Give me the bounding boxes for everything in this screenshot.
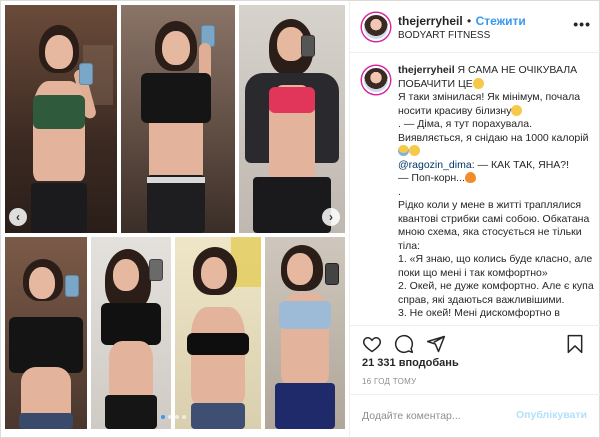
caption-line: 2. Окей, не дуже комфортно. Але є купа с… (398, 280, 594, 306)
photo-bandeau (175, 237, 261, 429)
caption-username[interactable]: thejerryheil (398, 64, 455, 76)
caption-line: 1. «Я знаю, що колись буде класно, але п… (398, 253, 593, 279)
photo-blue-top (265, 237, 345, 429)
photo-dark-top (91, 237, 171, 429)
carousel-dot (175, 415, 179, 419)
post-header: thejerryheil • Стежити BODYART FITNESS •… (350, 1, 600, 53)
instagram-post: ‹ › thejerryheil • Стежити BODYART FITNE… (0, 0, 600, 438)
scream-emoji-icon (398, 145, 409, 156)
caption-line: 3. Не окей! Мені дискомфортно в (398, 307, 560, 319)
avatar[interactable] (362, 66, 390, 94)
photo-black-shirt (5, 237, 87, 429)
bookmark-icon[interactable] (565, 334, 585, 354)
carousel-dot (182, 415, 186, 419)
post-timestamp[interactable]: 16 ГОД ТОМУ (362, 377, 417, 386)
caption-line: Я таки змінилася! Як мінімум, почала нос… (398, 91, 581, 117)
comment-input[interactable] (362, 408, 512, 424)
follow-button[interactable]: Стежити (476, 14, 526, 28)
location-link[interactable]: BODYART FITNESS (398, 30, 490, 41)
chevron-left-icon[interactable]: ‹ (9, 208, 27, 226)
grin-emoji-icon (472, 77, 484, 89)
fire-emoji-icon (464, 172, 476, 183)
grin-emoji-icon (409, 145, 420, 156)
photo-green-top (5, 5, 117, 233)
avatar[interactable] (362, 13, 390, 41)
caption-line: — Поп-корн... (398, 172, 465, 184)
chevron-right-icon[interactable]: › (322, 208, 340, 226)
username-link[interactable]: thejerryheil (398, 14, 463, 28)
carousel-indicator (161, 415, 186, 419)
post-comment-button[interactable]: Опублікувати (516, 409, 587, 421)
carousel-dot (161, 415, 165, 419)
post-actions (350, 325, 600, 361)
carousel-dot (168, 415, 172, 419)
comment-icon[interactable] (394, 334, 414, 354)
caption-line: . (398, 185, 401, 198)
heart-icon[interactable] (362, 334, 382, 354)
share-icon[interactable] (426, 334, 446, 354)
grin-emoji-icon (511, 104, 523, 116)
post-media-collage[interactable]: ‹ › (1, 1, 349, 437)
post-author: thejerryheil • Стежити (398, 14, 526, 28)
post-sidebar: thejerryheil • Стежити BODYART FITNESS •… (349, 1, 600, 437)
likes-count[interactable]: 21 331 вподобань (362, 357, 459, 369)
caption-line: : — КАК ТАК, ЯНА?! (471, 158, 570, 171)
more-horizontal-icon[interactable]: ••• (573, 16, 591, 32)
mention-link[interactable]: @ragozin_dima (398, 159, 472, 171)
caption-scroll-area[interactable]: thejerryheil Я САМА НЕ ОЧІКУВАЛА ПОБАЧИТ… (350, 54, 600, 324)
photo-pink-top (239, 5, 345, 233)
photo-black-top (121, 5, 235, 233)
separator-dot: • (467, 14, 472, 28)
caption-line: Рідко коли у мене в житті траплялися ква… (398, 199, 590, 252)
comment-form: Опублікувати (350, 394, 600, 437)
caption-line: . — Діма, я тут порахувала. Виявляється,… (398, 118, 589, 144)
caption-text: thejerryheil Я САМА НЕ ОЧІКУВАЛА ПОБАЧИТ… (398, 64, 594, 321)
